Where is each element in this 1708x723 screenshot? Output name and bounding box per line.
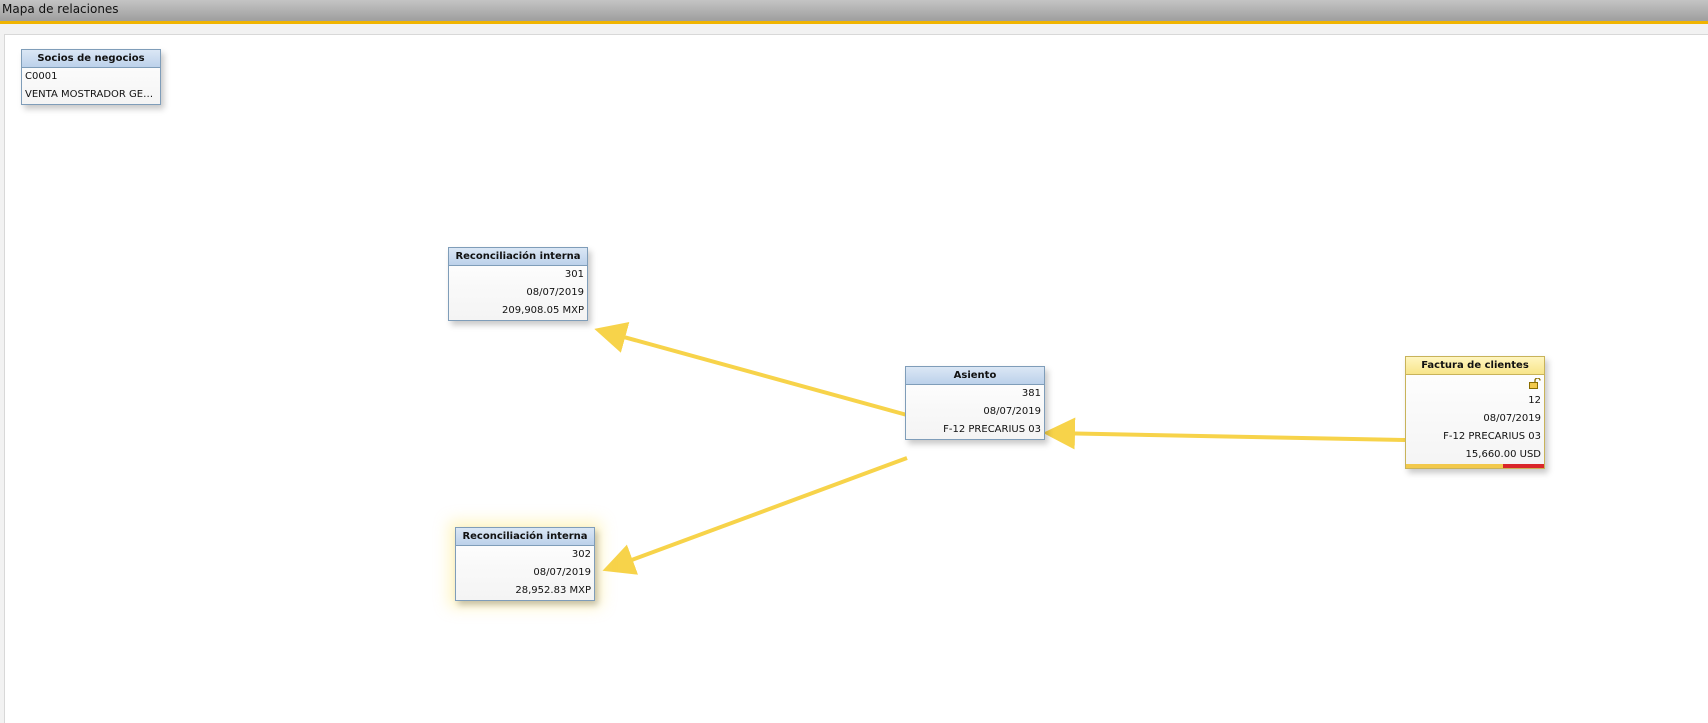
title-bar: Mapa de relaciones	[0, 0, 1708, 24]
partner-name: VENTA MOSTRADOR GENERAL	[25, 89, 160, 100]
link-journal-to-reconciliation-301	[594, 321, 908, 417]
card-header: Asiento	[906, 367, 1044, 385]
partner-code: C0001	[25, 71, 58, 82]
link-journal-to-reconciliation-302	[602, 456, 908, 575]
paid-segment	[1406, 464, 1503, 468]
window-title: Mapa de relaciones	[2, 2, 119, 16]
card-header: Reconciliación interna	[456, 528, 594, 546]
reconciliation-card-301[interactable]: Reconciliación interna 301 08/07/2019 20…	[448, 247, 588, 321]
customer-invoice-card[interactable]: Factura de clientes 12 08/07/2019 F-12 P…	[1405, 356, 1545, 469]
document-number: 12	[1528, 395, 1541, 406]
card-header: Socios de negocios	[22, 50, 160, 68]
document-number: 301	[564, 269, 584, 280]
link-invoice-to-journal	[1043, 417, 1406, 450]
document-reference: F-12 PRECARIUS 03	[943, 424, 1041, 435]
relationship-map-window: Mapa de relaciones Socios de negocios C0…	[0, 0, 1708, 723]
document-date: 08/07/2019	[526, 287, 584, 298]
document-date: 08/07/2019	[983, 406, 1041, 417]
document-date: 08/07/2019	[1483, 413, 1541, 424]
document-number: 381	[1021, 388, 1041, 399]
open-segment	[1502, 464, 1544, 468]
relationship-canvas[interactable]: Socios de negocios C0001 VENTA MOSTRADOR…	[4, 34, 1708, 723]
document-amount: 15,660.00 USD	[1465, 449, 1541, 460]
document-amount: 28,952.83 MXP	[515, 585, 591, 596]
document-reference: F-12 PRECARIUS 03	[1443, 431, 1541, 442]
document-number: 302	[571, 549, 591, 560]
card-header: Factura de clientes	[1406, 357, 1544, 375]
icon-row	[1406, 375, 1544, 392]
reconciliation-card-302[interactable]: Reconciliación interna 302 08/07/2019 28…	[455, 527, 595, 601]
unlock-icon[interactable]	[1529, 378, 1541, 389]
business-partner-card[interactable]: Socios de negocios C0001 VENTA MOSTRADOR…	[21, 49, 161, 105]
journal-entry-card[interactable]: Asiento 381 08/07/2019 F-12 PRECARIUS 03	[905, 366, 1045, 440]
card-header: Reconciliación interna	[449, 248, 587, 266]
document-amount: 209,908.05 MXP	[502, 305, 584, 316]
payment-status-bar	[1406, 464, 1544, 468]
document-date: 08/07/2019	[533, 567, 591, 578]
